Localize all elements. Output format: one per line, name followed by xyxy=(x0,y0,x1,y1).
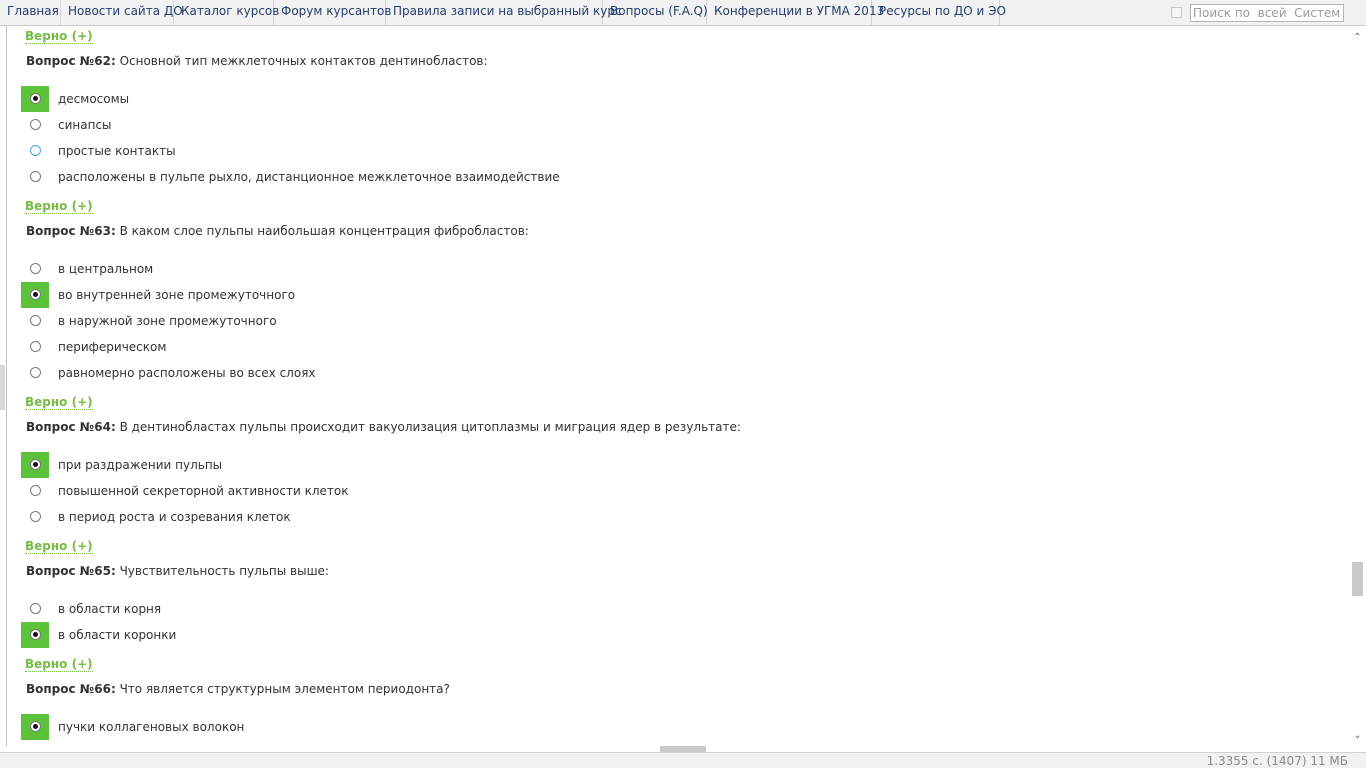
question-number: Вопрос №65: xyxy=(26,564,116,578)
answer-option-label: десмосомы xyxy=(58,92,130,106)
search-scope-checkbox[interactable] xyxy=(1171,7,1182,18)
radio-icon[interactable] xyxy=(30,119,41,130)
scroll-down-icon[interactable]: ⌄ xyxy=(1350,728,1365,744)
answer-option[interactable]: в области корня xyxy=(21,596,721,622)
answer-option-label: при раздражении пульпы xyxy=(58,458,223,472)
answer-option[interactable]: простые контакты xyxy=(21,138,721,164)
radio-selected-icon[interactable] xyxy=(30,93,41,104)
vertical-scrollbar[interactable]: ⌃ ⌄ xyxy=(1350,28,1365,746)
answer-option-label: равномерно расположены во всех слоях xyxy=(58,366,316,380)
question-body: Что является структурным элементом перио… xyxy=(115,682,450,696)
answer-option[interactable]: равномерно расположены во всех слоях xyxy=(21,360,721,386)
nav-site-news[interactable]: Новости сайта ДО xyxy=(61,0,183,25)
answer-option-label: в области корня xyxy=(58,602,162,616)
scroll-up-icon[interactable]: ⌃ xyxy=(1350,30,1365,46)
answer-option-label: в период роста и созревания клеток xyxy=(58,510,291,524)
question-text: Вопрос №66: Что является структурным эле… xyxy=(26,682,450,696)
question-body: Основной тип межклеточных контактов дент… xyxy=(115,54,488,68)
search-input[interactable] xyxy=(1190,4,1344,22)
answer-option[interactable]: при раздражении пульпы xyxy=(21,452,721,478)
radio-icon[interactable] xyxy=(30,367,41,378)
answer-option-label: во внутренней зоне промежуточного xyxy=(58,288,296,302)
answer-option-label: в центральном xyxy=(58,262,154,276)
radio-dot-icon xyxy=(33,724,38,729)
nav-home[interactable]: Главная xyxy=(0,0,61,25)
radio-icon[interactable] xyxy=(30,511,41,522)
radio-icon[interactable] xyxy=(30,485,41,496)
radio-icon[interactable] xyxy=(30,341,41,352)
answer-verdict-link[interactable]: Верно (+) xyxy=(25,540,93,554)
radio-icon[interactable] xyxy=(30,603,41,614)
radio-selected-icon[interactable] xyxy=(30,629,41,640)
nav-student-forum[interactable]: Форум курсантов xyxy=(274,0,391,25)
answer-verdict-link[interactable]: Верно (+) xyxy=(25,396,93,410)
radio-icon[interactable] xyxy=(30,263,41,274)
nav-conferences[interactable]: Конференции в УГМА 2013 xyxy=(707,0,884,25)
radio-icon[interactable] xyxy=(30,171,41,182)
answer-option-label: в области коронки xyxy=(58,628,177,642)
radio-selected-icon[interactable] xyxy=(30,459,41,470)
page-generation-stats: 1.3355 с. (1407) 11 МБ xyxy=(1206,754,1348,768)
radio-selected-icon[interactable] xyxy=(30,721,41,732)
radio-dot-icon xyxy=(33,96,38,101)
question-number: Вопрос №66: xyxy=(26,682,116,696)
question-body: Чувствительность пульпы выше: xyxy=(115,564,329,578)
quiz-results-content: Верно (+) Верно (+) Верно (+) Верно (+) Верн… xyxy=(6,26,1350,746)
answer-option-label: синапсы xyxy=(58,118,112,132)
answer-option[interactable]: расположены в пульпе рыхло, дистанционно… xyxy=(21,164,721,190)
question-number: Вопрос №62: xyxy=(26,54,116,68)
nav-enrollment-rules[interactable]: Правила записи на выбранный курс xyxy=(386,0,622,25)
question-body: В дентинобластах пульпы происходит вакуо… xyxy=(115,420,741,434)
radio-selected-icon[interactable] xyxy=(30,289,41,300)
answer-option-label: повышенной секреторной активности клеток xyxy=(58,484,349,498)
quiz-list: Верно (+) Верно (+) Верно (+) Верно (+) Верн… xyxy=(7,26,1350,746)
radio-dot-icon xyxy=(33,292,38,297)
answer-option-label: простые контакты xyxy=(58,144,176,158)
side-panel-handle[interactable] xyxy=(0,365,5,410)
answer-verdict-link[interactable]: Верно (+) xyxy=(25,30,93,44)
question-text: Вопрос №63: В каком слое пульпы наибольш… xyxy=(26,224,529,238)
nav-resources[interactable]: Ресурсы по ДО и ЭО xyxy=(872,0,1006,25)
radio-icon[interactable] xyxy=(30,145,41,156)
answer-option-label: периферическом xyxy=(58,340,167,354)
answer-option[interactable]: периферическом xyxy=(21,334,721,360)
answer-option-label: в наружной зоне промежуточного xyxy=(58,314,277,328)
nav-faq[interactable]: Вопросы (F.A.Q) xyxy=(603,0,708,25)
question-number: Вопрос №63: xyxy=(26,224,116,238)
radio-icon[interactable] xyxy=(30,315,41,326)
radio-dot-icon xyxy=(33,632,38,637)
question-body: В каком слое пульпы наибольшая концентра… xyxy=(115,224,529,238)
answer-option[interactable]: в наружной зоне промежуточного xyxy=(21,308,721,334)
answer-verdict-link[interactable]: Верно (+) xyxy=(25,200,93,214)
radio-dot-icon xyxy=(33,462,38,467)
answer-option[interactable]: в центральном xyxy=(21,256,721,282)
answer-option[interactable]: во внутренней зоне промежуточного xyxy=(21,282,721,308)
answer-option[interactable]: в период роста и созревания клеток xyxy=(21,504,721,530)
answer-option[interactable]: в области коронки xyxy=(21,622,721,648)
question-number: Вопрос №64: xyxy=(26,420,116,434)
answer-option-label: пучки коллагеновых волокон xyxy=(58,720,245,734)
answer-option[interactable]: пучки коллагеновых волокон xyxy=(21,714,721,740)
status-bar: 1.3355 с. (1407) 11 МБ xyxy=(0,752,1366,768)
answer-option[interactable]: синапсы xyxy=(21,112,721,138)
nav-course-catalog[interactable]: Каталог курсов xyxy=(174,0,279,25)
top-navigation: Главная Новости сайта ДО Каталог курсов … xyxy=(0,0,1366,26)
answer-option-label: расположены в пульпе рыхло, дистанционно… xyxy=(58,170,560,184)
question-text: Вопрос №62: Основной тип межклеточных ко… xyxy=(26,54,488,68)
answer-verdict-link[interactable]: Верно (+) xyxy=(25,658,93,672)
question-text: Вопрос №65: Чувствительность пульпы выше… xyxy=(26,564,329,578)
answer-option[interactable]: десмосомы xyxy=(21,86,721,112)
answer-option[interactable]: повышенной секреторной активности клеток xyxy=(21,478,721,504)
scrollbar-thumb[interactable] xyxy=(1352,562,1363,596)
question-text: Вопрос №64: В дентинобластах пульпы прои… xyxy=(26,420,741,434)
